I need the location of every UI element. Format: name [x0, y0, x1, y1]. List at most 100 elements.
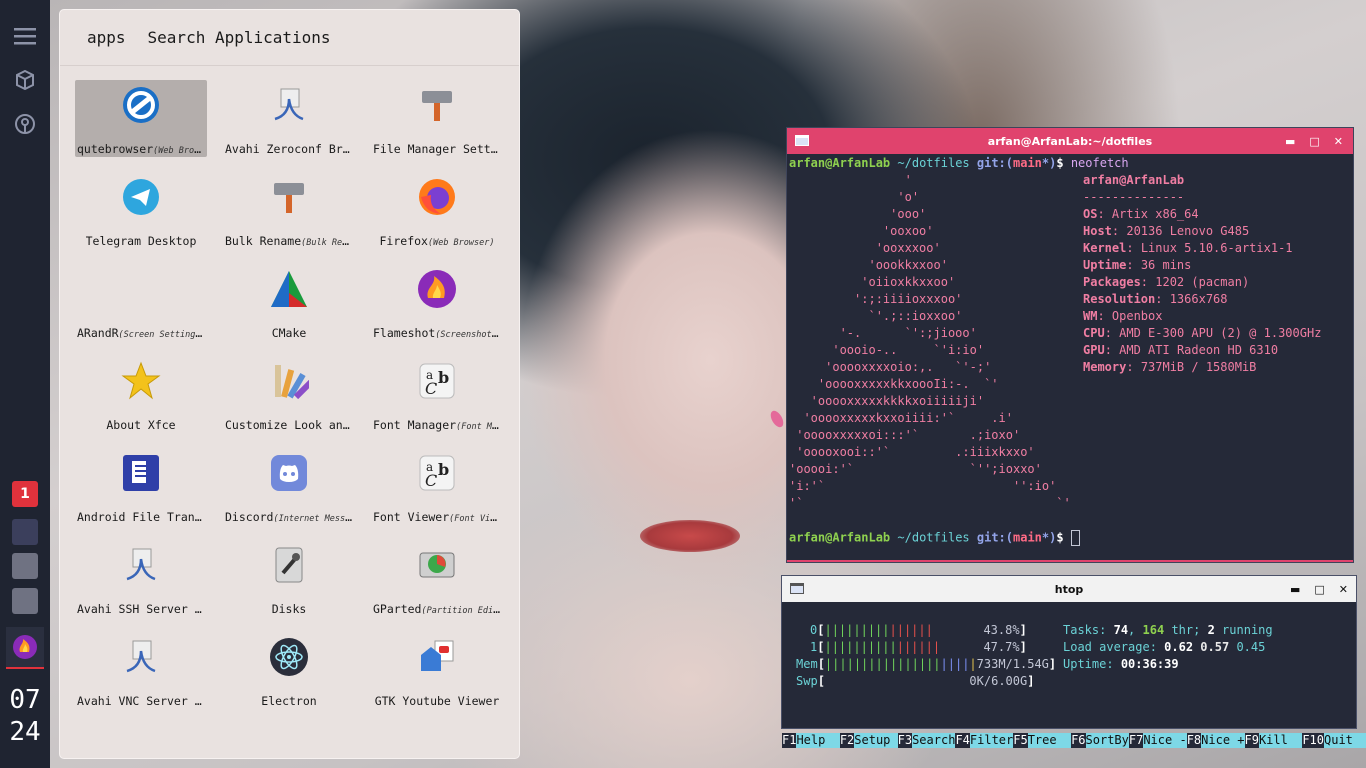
- clock-minute: 24: [9, 717, 41, 747]
- fkey-f1[interactable]: F1 Help: [782, 733, 840, 748]
- app-label: Flameshot(Screenshot tool): [373, 326, 501, 340]
- fkey-f4[interactable]: F4 Filter: [955, 733, 1014, 748]
- network-icon[interactable]: [13, 112, 37, 136]
- fkey-f10[interactable]: F10 Quit: [1302, 733, 1366, 748]
- app-launcher-item[interactable]: Avahi VNC Server Browser: [75, 632, 207, 709]
- youtube-viewer-icon: [417, 637, 457, 677]
- launcher-mode-label: apps: [87, 28, 126, 47]
- minimize-icon[interactable]: ▬: [1290, 583, 1300, 596]
- terminal-window-htop[interactable]: htop ▬ □ ✕ 0[||||||||||||||| 43.8%] 1[||…: [781, 575, 1366, 748]
- fkey-f8[interactable]: F8 Nice +: [1186, 733, 1245, 748]
- avahi-icon: [269, 85, 309, 125]
- minimize-icon[interactable]: ▬: [1285, 135, 1295, 148]
- app-launcher-item[interactable]: Android File Transfer: [75, 448, 207, 525]
- info-separator: --------------: [1083, 190, 1185, 204]
- app-launcher-item[interactable]: Discord(Internet Messenger): [223, 448, 355, 525]
- menu-icon[interactable]: [13, 24, 37, 48]
- dock-flameshot-task[interactable]: [6, 627, 44, 669]
- app-launcher-item[interactable]: Customize Look and Feel: [223, 356, 355, 433]
- arandr-icon: [121, 269, 161, 309]
- info-row: Memory: 737MiB / 1580MiB: [1083, 360, 1257, 374]
- app-label: Font Manager(Font Manager): [373, 418, 501, 432]
- app-label: Avahi VNC Server Browser: [77, 694, 205, 708]
- app-label: CMake: [271, 326, 307, 340]
- info-row: GPU: AMD ATI Radeon HD 6310: [1083, 343, 1279, 357]
- info-row: Resolution: 1366x768: [1083, 292, 1228, 306]
- app-launcher-item[interactable]: GTK Youtube Viewer: [371, 632, 503, 709]
- app-launcher-item[interactable]: abC Font Viewer(Font Viewer): [371, 448, 503, 525]
- mem-meter: Mem[|||||||||||||||||||||733M/1.54G]: [796, 657, 1057, 671]
- cpu0-meter: 0[||||||||||||||| 43.8%]: [810, 623, 1027, 637]
- app-launcher-item[interactable]: About Xfce: [75, 356, 207, 433]
- file-manager-settings-icon: [417, 85, 457, 125]
- app-launcher-item[interactable]: Telegram Desktop: [75, 172, 207, 249]
- app-launcher-item[interactable]: Bulk Rename(Bulk Rename): [223, 172, 355, 249]
- window-border: [787, 560, 1353, 562]
- gparted-icon: [417, 545, 457, 585]
- app-launcher-item[interactable]: Firefox(Web Browser): [371, 172, 503, 249]
- avahi-ssh-icon: [121, 545, 161, 585]
- app-label: Avahi Zeroconf Browser: [225, 142, 353, 156]
- tasks-summary: Tasks: 74, 164 thr; 2 running: [1063, 623, 1273, 637]
- info-row: OS: Artix x86_64: [1083, 207, 1199, 221]
- terminal-titlebar[interactable]: arfan@ArfanLab:~/dotfiles ▬ □ ✕: [787, 128, 1353, 154]
- fkey-f9[interactable]: F9 Kill: [1244, 733, 1303, 748]
- info-row: Uptime: 36 mins: [1083, 258, 1192, 272]
- app-launcher-item[interactable]: qutebrowser(Web Browser): [75, 80, 207, 157]
- fkey-f3[interactable]: F3 Search: [897, 733, 956, 748]
- app-label: GTK Youtube Viewer: [374, 694, 500, 708]
- app-launcher-item[interactable]: Avahi SSH Server Browser: [75, 540, 207, 617]
- app-launcher-item[interactable]: Electron: [223, 632, 355, 709]
- app-launcher-item[interactable]: File Manager Settings: [371, 80, 503, 157]
- app-launcher-item[interactable]: Flameshot(Screenshot tool): [371, 264, 503, 341]
- disks-icon: [269, 545, 309, 585]
- app-launcher-item[interactable]: ARandR(Screen Settings): [75, 264, 207, 341]
- prompt-line: arfan@ArfanLab ~/dotfiles git:(main*)$: [789, 530, 1080, 546]
- svg-text:b: b: [438, 460, 449, 479]
- app-launcher-item[interactable]: abC Font Manager(Font Manager): [371, 356, 503, 433]
- cube-icon[interactable]: [13, 68, 37, 92]
- workspace-2-button[interactable]: [12, 519, 38, 545]
- fkey-f6[interactable]: F6 SortBy: [1071, 733, 1129, 748]
- xfce-star-icon: [121, 361, 161, 401]
- app-launcher-item[interactable]: GParted(Partition Editor): [371, 540, 503, 617]
- app-label: Disks: [271, 602, 307, 616]
- window-icon: [790, 583, 804, 594]
- svg-text:C: C: [425, 471, 437, 490]
- maximize-icon[interactable]: □: [1314, 583, 1324, 596]
- close-icon[interactable]: ✕: [1334, 135, 1343, 148]
- customize-look-icon: [269, 361, 309, 401]
- workspace-4-button[interactable]: [12, 588, 38, 614]
- app-label: Avahi SSH Server Browser: [77, 602, 205, 616]
- terminal-window-neofetch[interactable]: arfan@ArfanLab:~/dotfiles ▬ □ ✕ arfan@Ar…: [786, 127, 1354, 563]
- app-launcher-item[interactable]: CMake: [223, 264, 355, 341]
- terminal-titlebar[interactable]: htop ▬ □ ✕: [782, 576, 1356, 602]
- workspace-1-button[interactable]: 1: [12, 481, 38, 507]
- terminal-body[interactable]: arfan@ArfanLab ~/dotfiles git:(main*)$ n…: [787, 154, 1353, 562]
- app-label: File Manager Settings: [373, 142, 501, 156]
- fkey-f5[interactable]: F5 Tree: [1013, 733, 1072, 748]
- maximize-icon[interactable]: □: [1309, 135, 1319, 148]
- htop-body[interactable]: 0[||||||||||||||| 43.8%] 1[|||||||||||||…: [782, 602, 1366, 748]
- window-icon: [795, 135, 809, 146]
- swp-meter: Swp[ 0K/6.00G]: [796, 674, 1035, 688]
- app-launcher-item[interactable]: Disks: [223, 540, 355, 617]
- fkey-f2[interactable]: F2 Setup: [839, 733, 898, 748]
- telegram-icon: [121, 177, 161, 217]
- wallpaper-detail: [640, 520, 740, 552]
- app-label: About Xfce: [106, 418, 176, 432]
- firefox-icon: [417, 177, 457, 217]
- info-row: CPU: AMD E-300 APU (2) @ 1.300GHz: [1083, 326, 1322, 340]
- clock-hour: 07: [9, 685, 41, 715]
- fkey-f7[interactable]: F7 Nice -: [1128, 733, 1187, 748]
- close-icon[interactable]: ✕: [1339, 583, 1348, 596]
- clock: 07 24: [0, 684, 50, 748]
- electron-icon: [269, 637, 309, 677]
- function-key-bar: F1 Help F2 Setup F3 Search F4 Filter F5 Tree F6…: [782, 733, 1366, 748]
- app-launcher-item[interactable]: Avahi Zeroconf Browser: [223, 80, 355, 157]
- window-title: arfan@ArfanLab:~/dotfiles: [987, 134, 1153, 148]
- launcher-search-bar[interactable]: apps Search Applications: [60, 10, 519, 66]
- app-label: Customize Look and Feel: [225, 418, 353, 432]
- search-input[interactable]: Search Applications: [148, 28, 331, 47]
- workspace-3-button[interactable]: [12, 553, 38, 579]
